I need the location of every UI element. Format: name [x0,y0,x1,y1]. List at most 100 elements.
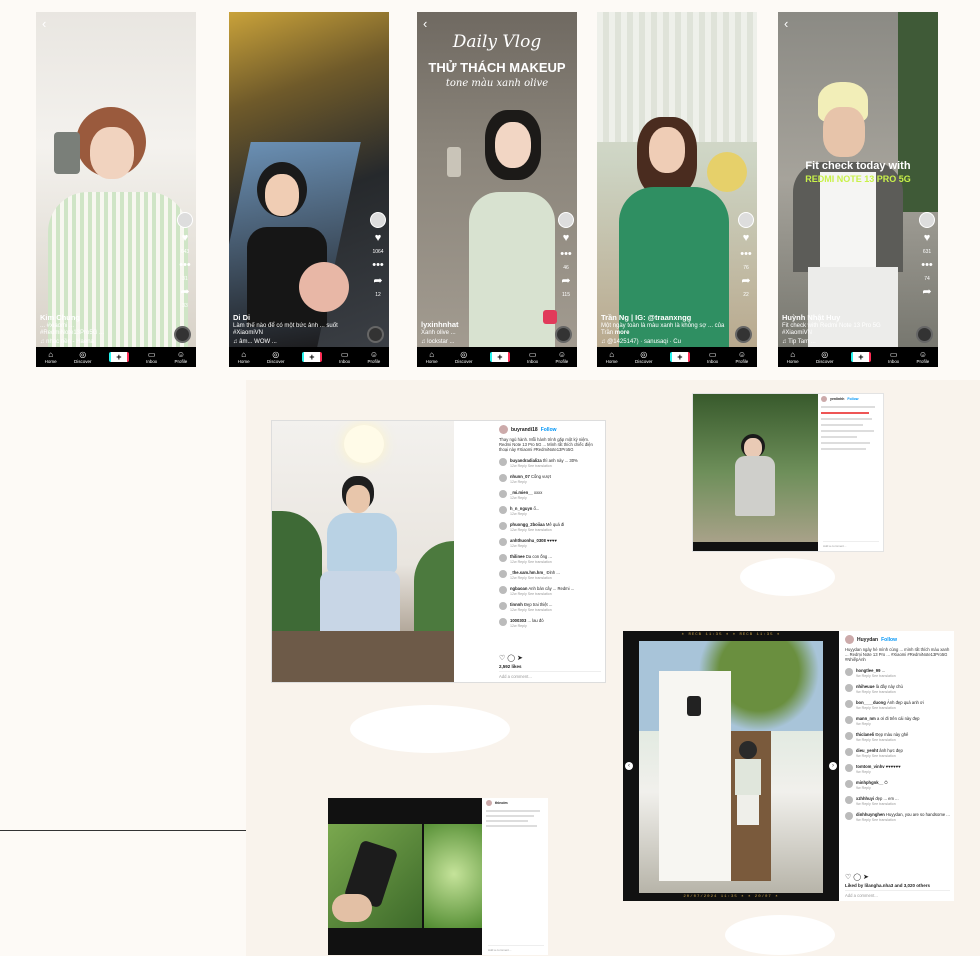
heart-icon[interactable]: ♡ [845,874,851,881]
follow-button[interactable]: Follow [881,637,897,643]
nav-inbox[interactable]: ▭ Inbox [339,350,350,364]
avatar[interactable] [845,699,853,708]
nav-inbox[interactable]: ▭ Inbox [888,350,899,364]
music-line[interactable]: ♫ @1425147) · sanusaqi · Cu [601,339,729,345]
music-disc-icon[interactable] [174,326,191,343]
share-icon[interactable]: ➦ [180,287,189,298]
comment-user[interactable]: buyandradializa [510,458,542,463]
music-disc-icon[interactable] [916,326,933,343]
instagram-post[interactable]: thinoim Add a comment... [328,798,548,955]
avatar[interactable] [845,683,853,692]
nav-profile[interactable]: ☺ Profile [368,350,381,364]
nav-discover[interactable]: ◎ Discover [816,350,834,364]
avatar[interactable] [821,396,827,402]
avatar[interactable] [845,811,853,820]
share-icon[interactable]: ➦ [373,276,382,287]
avatar[interactable] [499,425,508,434]
username[interactable]: buyrandi18 [511,427,538,433]
nav-home[interactable]: ⌂ Home [787,350,799,364]
nav-inbox[interactable]: ▭ Inbox [146,350,157,364]
back-icon[interactable]: ‹ [423,16,427,31]
music-line[interactable]: ♫ âm... WOW ... [233,339,361,345]
comment-input[interactable]: Add a comment... [488,945,544,952]
comment-user[interactable]: bon____duong [856,700,886,705]
nav-inbox[interactable]: ▭ Inbox [527,350,538,364]
username[interactable]: Huyydan [857,637,878,643]
comment-user[interactable]: xzhhhuyi [856,796,874,801]
prev-arrow-icon[interactable]: ‹ [625,762,633,770]
share-icon[interactable]: ➦ [741,276,750,287]
comment-input[interactable]: Add a comment... [499,671,601,679]
music-disc-icon[interactable] [367,326,384,343]
back-icon[interactable]: ‹ [42,16,46,31]
nav-discover[interactable]: ◎ Discover [74,350,92,364]
nav-create[interactable]: + [301,352,322,362]
comment-user[interactable]: thiclaneli [856,732,874,737]
avatar[interactable] [499,505,507,514]
avatar[interactable] [486,800,492,806]
comment-user[interactable]: h_n_nguyn [510,506,532,511]
avatar[interactable] [845,779,853,788]
username[interactable]: Trần Ng | IG: @traanxngg [601,313,729,322]
nav-home[interactable]: ⌂ Home [45,350,57,364]
avatar[interactable] [499,537,507,546]
nav-home[interactable]: ⌂ Home [426,350,438,364]
follow-button[interactable]: Follow [847,397,858,401]
comment-user[interactable]: minhphgnk__ [856,780,883,785]
nav-create[interactable]: + [489,352,510,362]
comment-user[interactable]: dinhhuynghen [856,812,885,817]
music-line[interactable]: ♫ nhạc nền - Haena [40,339,168,345]
next-arrow-icon[interactable]: › [829,762,837,770]
comment-icon[interactable]: ••• [179,260,191,271]
heart-icon[interactable]: ♥ [924,233,931,244]
comment-user[interactable]: 1000303 [510,618,526,623]
avatar[interactable] [370,212,386,228]
username[interactable]: thinoim [495,801,508,805]
nav-home[interactable]: ⌂ Home [606,350,618,364]
share-icon[interactable]: ➦ [561,276,570,287]
avatar[interactable] [499,585,507,594]
avatar[interactable] [845,635,854,644]
comment-user[interactable]: _the.sam.hm.hm_ [510,570,545,575]
heart-icon[interactable]: ♥ [743,233,750,244]
username[interactable]: lyxinhnhat [421,320,549,329]
username[interactable]: Huỳnh Nhật Huy [782,313,910,322]
nav-inbox[interactable]: ▭ Inbox [707,350,718,364]
heart-icon[interactable]: ♥ [563,233,570,244]
music-disc-icon[interactable] [555,326,572,343]
avatar[interactable] [499,569,507,578]
comment-user[interactable]: dieu_yenht [856,748,878,753]
share-icon[interactable]: ➤ [863,874,869,881]
comment-user[interactable]: mann_nm [856,716,876,721]
comment-icon[interactable]: ◯ [853,874,861,881]
comment-icon[interactable]: ◯ [507,655,515,662]
avatar[interactable] [499,601,507,610]
heart-icon[interactable]: ♥ [375,233,382,244]
avatar[interactable] [499,553,507,562]
tiktok-video-card[interactable]: ‹ ♥ 643 ••• 31 ➦ 33 Kim Chung ... #xiaom… [36,12,196,367]
music-disc-icon[interactable] [735,326,752,343]
share-icon[interactable]: ➤ [517,655,523,662]
avatar[interactable] [845,667,853,676]
avatar[interactable] [845,795,853,804]
username[interactable]: yenlinhh [830,397,844,401]
more-link[interactable]: more [615,330,630,336]
nav-create[interactable]: + [108,352,129,362]
avatar[interactable] [499,521,507,530]
nav-home[interactable]: ⌂ Home [238,350,250,364]
nav-discover[interactable]: ◎ Discover [455,350,473,364]
comment-user[interactable]: thilinee [510,554,525,559]
comment-input[interactable]: Add a comment... [823,541,879,548]
nav-profile[interactable]: ☺ Profile [175,350,188,364]
comment-user[interactable]: nhunn_07 [510,474,530,479]
comment-user[interactable]: _mi.mien__ [510,490,533,495]
comment-user[interactable]: hongtlee_99 [856,668,880,673]
tiktok-video-card[interactable]: ‹ Daily Vlog THỬ THÁCH MAKEUP tone màu x… [417,12,577,367]
music-line[interactable]: ♫ Tip Tam ... [782,339,910,345]
tiktok-video-card[interactable]: ‹ Fit check today with REDMI NOTE 13 PRO… [778,12,938,367]
comment-user[interactable]: tinnnh [510,602,523,607]
avatar[interactable] [845,747,853,756]
instagram-post[interactable]: ✶ RECB 11:35 ✶ ✶ RECB 11:35 ✶ 20/07/2024… [623,631,954,901]
comment-icon[interactable]: ••• [372,260,384,271]
follow-button[interactable]: Follow [541,427,557,433]
